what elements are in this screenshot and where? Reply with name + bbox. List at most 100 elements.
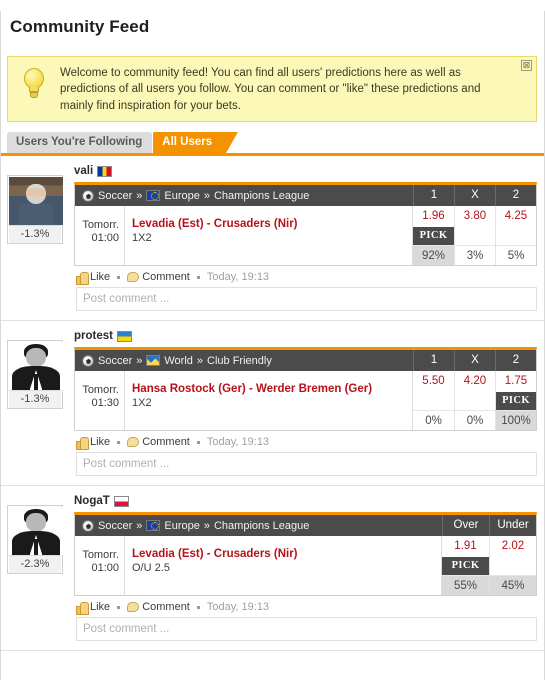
avatar[interactable]: -1.3% [7,340,63,410]
post-body: protest Soccer » World » Club Friendly 1… [69,328,537,477]
post-actions: Like Comment Today, 19:13 [74,431,537,452]
close-icon[interactable]: ⊠ [521,59,532,71]
match-clock: 01:30 [91,397,119,410]
welcome-notice: Welcome to community feed! You can find … [7,55,537,123]
odds-column: 4.25 5% [495,206,536,266]
match-name[interactable]: Hansa Rostock (Ger) - Werder Bremen (Ger… [132,382,406,396]
comment-button[interactable]: Comment [127,271,190,283]
comment-input[interactable] [76,617,537,642]
comment-button[interactable]: Comment [127,601,190,613]
post-actions: Like Comment Today, 19:13 [74,596,537,617]
match-info: Hansa Rostock (Ger) - Werder Bremen (Ger… [125,371,412,430]
breadcrumb-sport[interactable]: Soccer [98,190,132,202]
comment-box [74,452,537,477]
breadcrumb-league[interactable]: Champions League [214,520,309,532]
user-line: NogaT [74,493,537,509]
username[interactable]: NogaT [74,495,110,507]
odds-column-header: X [454,185,495,207]
odds-grid: 1.96 PICK 92% 3.80 3% 4.25 5% [412,206,536,266]
odds-column: 1.91 PICK 55% [442,536,489,596]
breadcrumb-sport[interactable]: Soccer [98,355,132,367]
avatar-column: -1.3% [7,328,69,410]
odds-grid: 1.91 PICK 55% 2.02 45% [441,536,536,596]
breadcrumb: Soccer » Europe » Champions League [75,189,413,202]
odd-value[interactable]: 1.91 [442,536,489,557]
avatar-column: -1.3% [7,163,69,245]
breadcrumb-league[interactable]: Champions League [214,190,309,202]
bet-type: O/U 2.5 [132,562,170,575]
post-timestamp: Today, 19:13 [206,601,270,614]
pick-badge: PICK [413,227,454,246]
odds-column-header: 2 [495,350,536,372]
odds-column-header: Over [442,515,489,537]
tab-users-youre-following[interactable]: Users You're Following [7,132,153,154]
thumbs-up-icon [76,436,89,450]
tab-all-users[interactable]: All Users [153,132,238,154]
avatar-image [9,177,63,226]
like-button[interactable]: Like [76,271,111,285]
match-name[interactable]: Levadia (Est) - Crusaders (Nir) [132,547,435,561]
username[interactable]: vali [74,165,93,177]
post-timestamp: Today, 19:13 [206,271,270,284]
action-separator [117,605,121,609]
pick-badge: PICK [442,557,489,576]
match-name[interactable]: Levadia (Est) - Crusaders (Nir) [132,217,406,231]
bet-type: 1X2 [132,232,152,245]
thumbs-up-icon [76,271,89,285]
odd-value[interactable]: 4.20 [455,371,495,392]
odd-value[interactable]: 3.80 [455,206,495,227]
speech-bubble-icon [127,602,140,613]
breadcrumb: Soccer » World » Club Friendly [75,354,413,367]
like-label: Like [90,601,111,614]
avatar-image [9,342,63,391]
eu-flag-icon [146,520,161,532]
feed-post: -2.3% NogaT Soccer » Europe » Champions … [1,486,544,652]
prediction-header: Soccer » Europe » Champions League 1 X 2 [75,185,536,207]
breadcrumb-region[interactable]: World [164,355,193,367]
pick-placeholder [455,392,495,410]
breadcrumb-region[interactable]: Europe [164,190,199,202]
match-time: Tomorr. 01:00 [75,536,125,596]
match-time: Tomorr. 01:00 [75,206,125,266]
comment-box [74,617,537,642]
like-label: Like [90,271,111,284]
username[interactable]: protest [74,330,113,342]
prediction-table: Soccer » Europe » Champions League 1 X 2 [74,182,537,267]
odd-percent: 92% [413,245,454,266]
thumbs-up-icon [76,601,89,615]
speech-bubble-icon [127,272,140,283]
welcome-notice-text: Welcome to community feed! You can find … [60,66,481,112]
comment-input[interactable] [76,452,537,477]
like-button[interactable]: Like [76,601,111,615]
avatar[interactable]: -2.3% [7,505,63,575]
speech-bubble-icon [127,437,140,448]
odds-column-header: 1 [413,350,454,372]
post-body: NogaT Soccer » Europe » Champions League [69,493,537,642]
odd-value[interactable]: 1.75 [496,371,536,392]
odds-header-columns: 1 X 2 [413,185,536,207]
soccer-ball-icon [82,189,94,202]
prediction-row: Tomorr. 01:00 Levadia (Est) - Crusaders … [75,206,536,266]
comment-button[interactable]: Comment [127,436,190,448]
bet-type: 1X2 [132,397,152,410]
poland-flag-icon [113,495,129,507]
breadcrumb-league[interactable]: Club Friendly [207,355,272,367]
like-button[interactable]: Like [76,436,110,450]
breadcrumb-region[interactable]: Europe [164,520,199,532]
user-line: protest [74,328,537,344]
comment-input[interactable] [76,287,537,312]
action-separator [196,440,200,444]
breadcrumb-separator: » [136,519,143,532]
odds-grid: 5.50 0% 4.20 0% 1.75 PICK 100% [412,371,536,431]
post-timestamp: Today, 19:13 [206,436,270,449]
avatar-image [9,507,63,556]
avatar[interactable]: -1.3% [7,175,63,245]
odd-value[interactable]: 5.50 [413,371,454,392]
breadcrumb-sport[interactable]: Soccer [98,520,132,532]
odd-value[interactable]: 4.25 [496,206,536,227]
lightbulb-icon [12,64,56,98]
action-separator [196,605,200,609]
odd-value[interactable]: 1.96 [413,206,454,227]
pick-placeholder [496,227,536,245]
odd-value[interactable]: 2.02 [490,536,536,557]
